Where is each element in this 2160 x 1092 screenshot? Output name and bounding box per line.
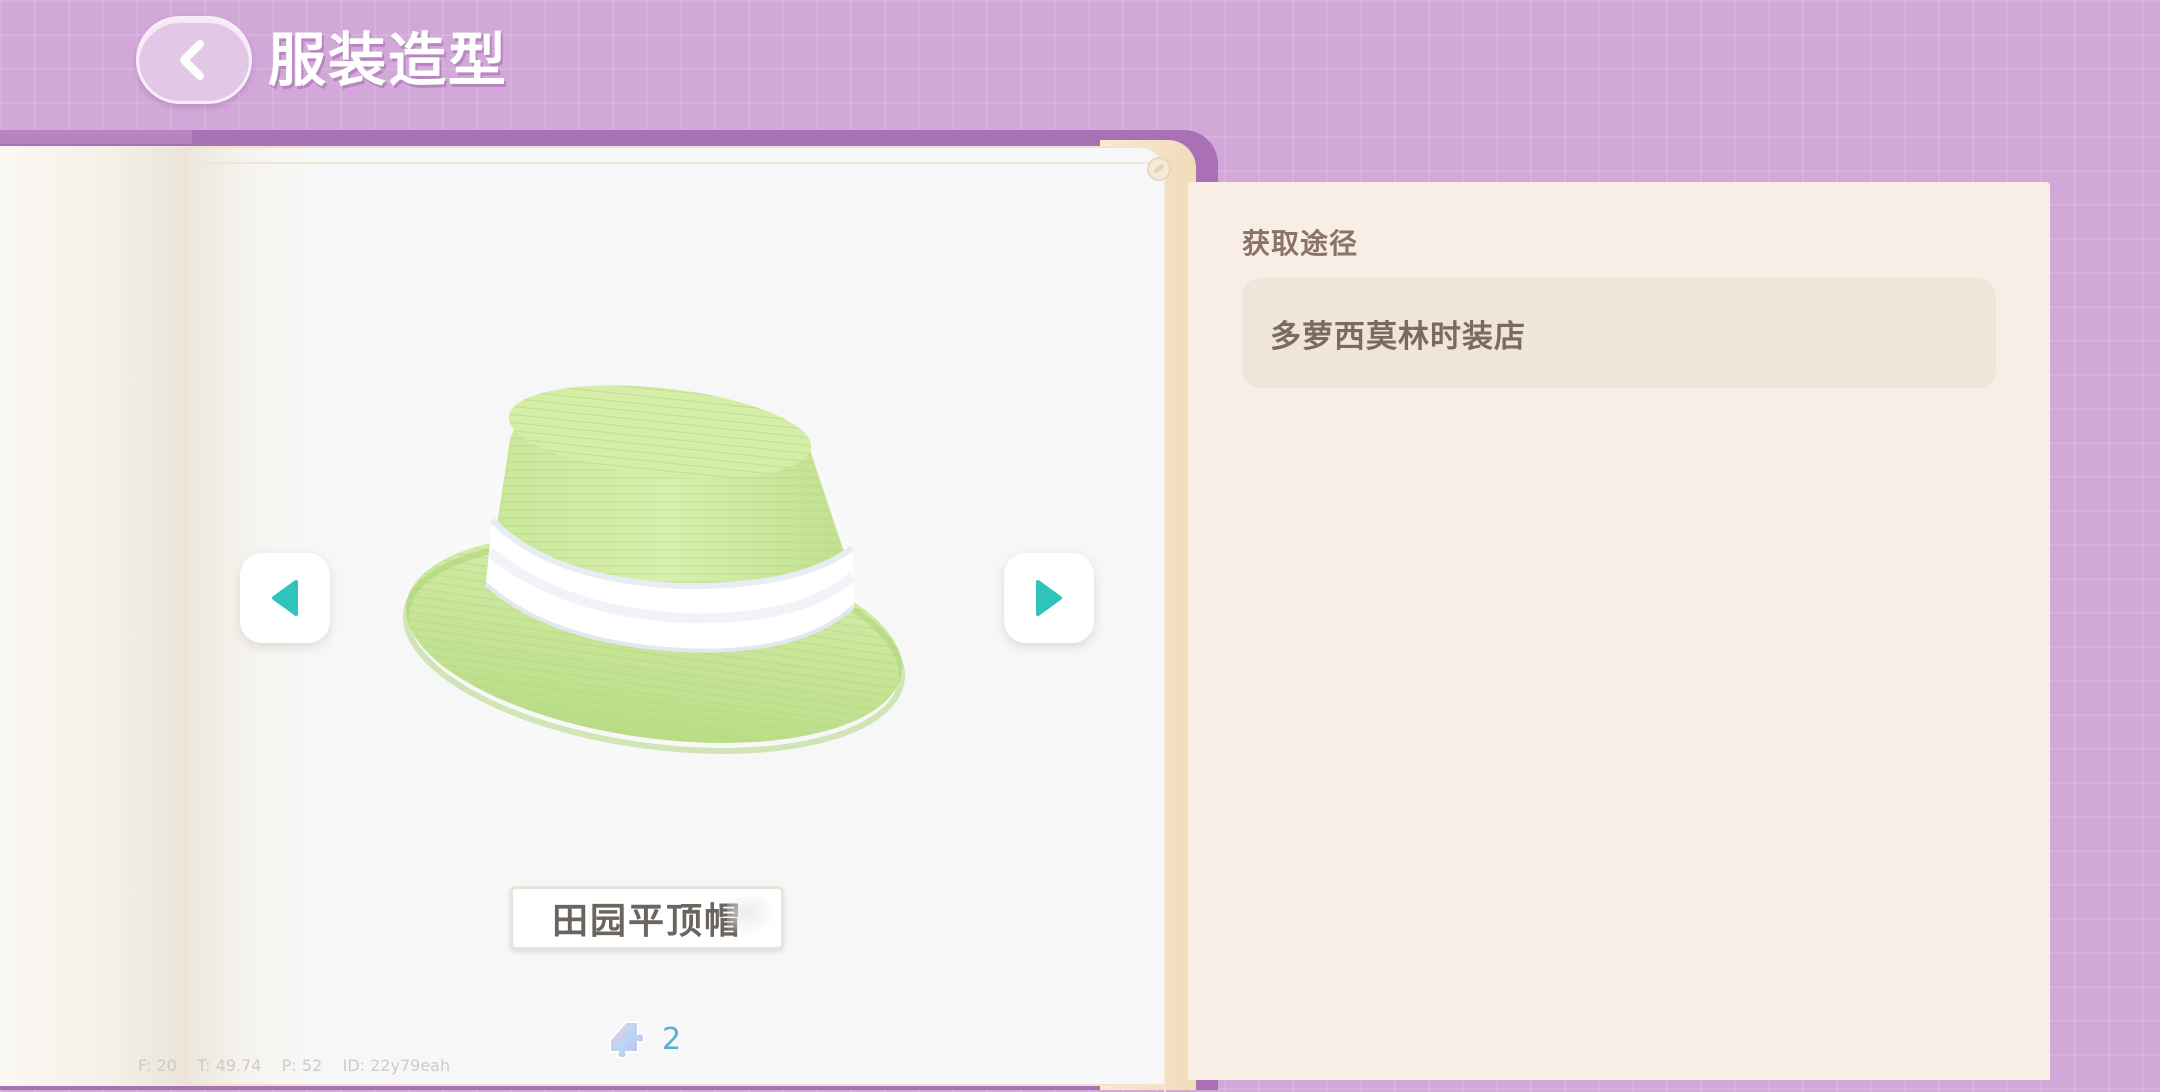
book-spine (0, 130, 192, 144)
next-item-button[interactable] (1004, 553, 1094, 643)
sparkle-decoration (727, 897, 777, 937)
hat-image (390, 385, 930, 770)
source-entry-label: 多萝西莫林时装店 (1270, 318, 1526, 355)
leaf-corner-icon (1147, 157, 1171, 181)
page-title: 服装造型 (268, 26, 509, 94)
source-heading: 获取途径 (1242, 227, 1359, 260)
fragment-count: 2 (662, 1022, 682, 1057)
triangle-left-icon (272, 580, 298, 616)
item-name: 田园平顶帽 (551, 901, 742, 942)
chevron-left-icon (180, 40, 204, 80)
previous-item-button[interactable] (240, 553, 330, 643)
source-entry[interactable]: 多萝西莫林时装店 (1242, 278, 1996, 388)
left-page (0, 146, 192, 1086)
fragment-icon (609, 1021, 646, 1060)
back-button[interactable] (136, 16, 252, 104)
debug-info: F: 20 T: 49.74 P: 52 ID: 22y79eah (138, 1056, 451, 1075)
triangle-right-icon (1036, 580, 1062, 616)
item-name-plate: 田园平顶帽 (510, 886, 784, 950)
